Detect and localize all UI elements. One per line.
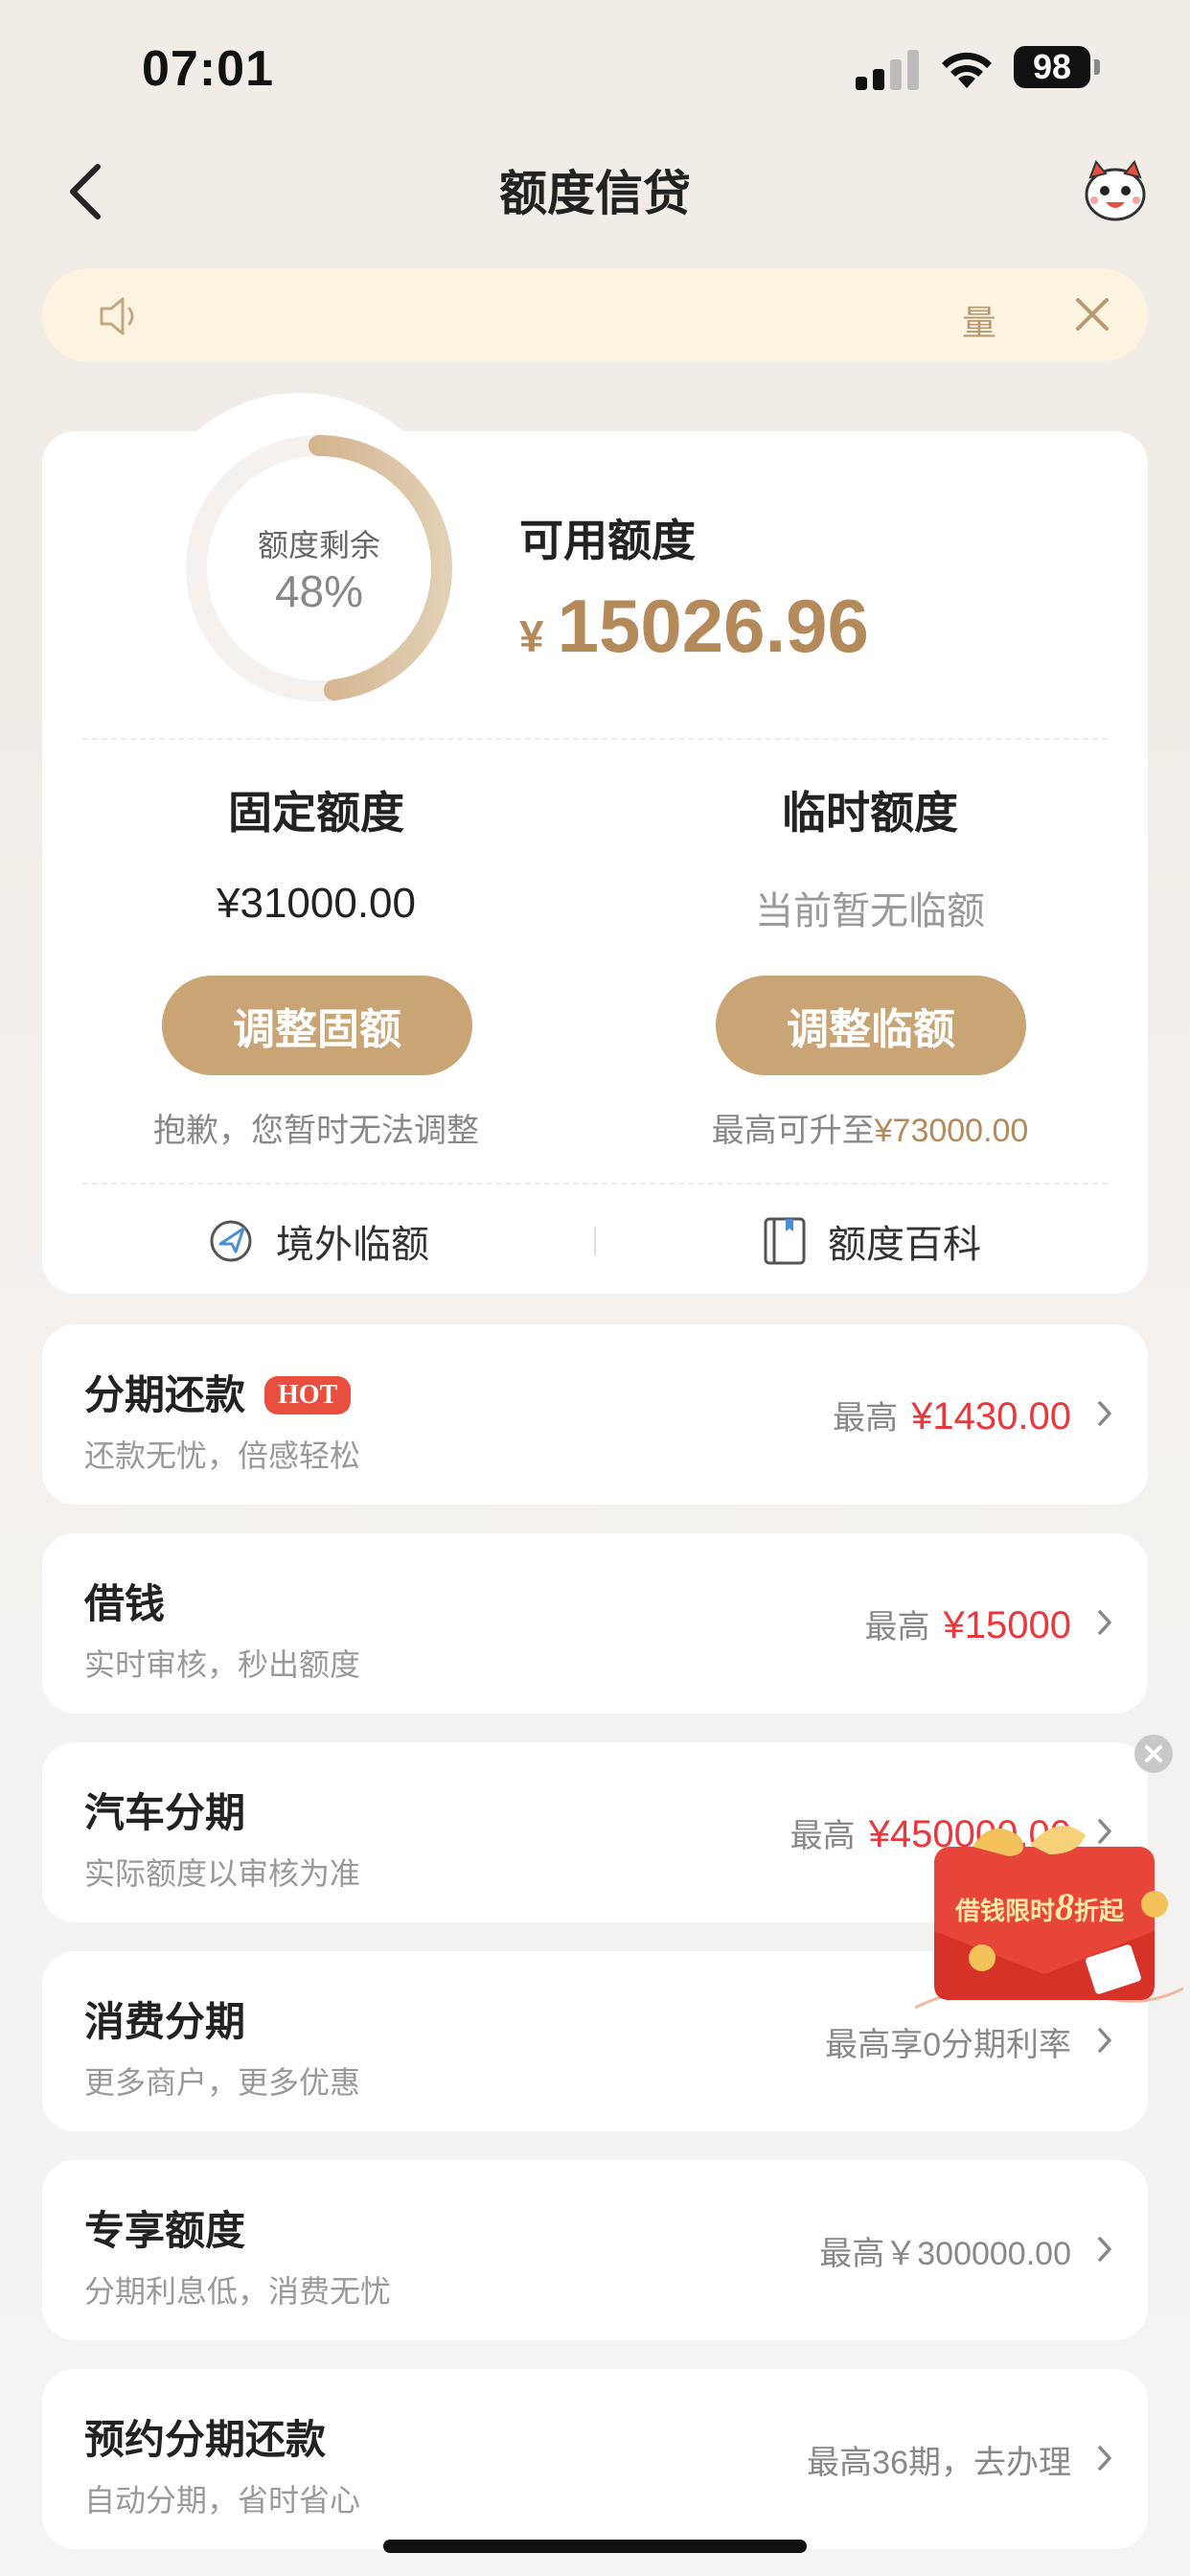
currency-symbol: ¥ xyxy=(519,611,544,661)
item-right-value: ¥15000 xyxy=(943,1604,1071,1646)
item-title: 消费分期 xyxy=(84,1999,246,2044)
promo-text-number: 8 xyxy=(1055,1885,1074,1928)
link-separator xyxy=(594,1227,596,1255)
divider xyxy=(82,738,1108,740)
item-subtitle: 自动分期，省时省心 xyxy=(84,2483,361,2518)
item-title: 汽车分期 xyxy=(84,1790,246,1835)
promo-close-button[interactable] xyxy=(1134,1735,1173,1773)
battery-level: 98 xyxy=(1014,46,1090,88)
globe-plane-icon xyxy=(210,1220,252,1262)
temporary-credit-note: 最高可升至¥73000.00 xyxy=(621,1104,1119,1151)
item-subtitle: 分期利息低，消费无忧 xyxy=(84,2274,392,2309)
item-right-label: 最高36期，去办理 xyxy=(807,2445,1071,2481)
item-right-label: 最高 xyxy=(833,1400,899,1437)
item-title: 预约分期还款 xyxy=(84,2417,327,2462)
battery-icon: 98 xyxy=(1014,46,1100,88)
item-subtitle: 实时审核，秒出额度 xyxy=(84,1647,361,1682)
available-credit-amount: ¥15026.96 xyxy=(519,583,869,670)
item-right-info: 最高 ¥1430.00 xyxy=(833,1392,1071,1438)
wifi-icon xyxy=(937,46,996,95)
list-item-borrow-money[interactable]: 借钱 实时审核，秒出额度 最高 ¥15000 xyxy=(42,1533,1148,1714)
item-right-label: 最高享0分期利率 xyxy=(825,2027,1071,2063)
assistant-mascot-icon[interactable] xyxy=(1081,158,1150,226)
close-icon[interactable] xyxy=(1073,295,1111,338)
item-title: 分期还款 xyxy=(84,1372,246,1417)
item-right-label: 最高 xyxy=(864,1609,930,1645)
adjust-fixed-credit-button[interactable]: 调整固额 xyxy=(162,976,472,1075)
chevron-right-icon xyxy=(1098,2446,1111,2471)
promo-text-prefix: 借钱限时 xyxy=(954,1898,1055,1925)
fixed-credit-title: 固定额度 xyxy=(228,788,404,838)
borrow-discount-promo[interactable]: 借钱限时8折起 xyxy=(914,1816,1184,2022)
available-credit-label: 可用额度 xyxy=(519,516,696,565)
book-icon xyxy=(764,1217,806,1265)
chevron-right-icon xyxy=(1098,1610,1111,1635)
item-right-value: ¥1430.00 xyxy=(911,1395,1071,1438)
notice-text: 量 xyxy=(962,303,997,342)
item-right-info: 最高 ¥15000 xyxy=(865,1600,1071,1647)
item-right-label: 最高￥300000.00 xyxy=(819,2236,1071,2272)
temporary-credit-title: 临时额度 xyxy=(782,788,958,838)
chevron-right-icon xyxy=(1098,2028,1111,2053)
speaker-icon xyxy=(98,295,146,342)
hot-badge: HOT xyxy=(264,1376,352,1414)
notice-bar[interactable]: 量 xyxy=(42,268,1148,362)
home-indicator xyxy=(383,2540,807,2553)
temporary-note-prefix: 最高可升至 xyxy=(711,1113,875,1149)
fixed-credit-value: ¥31000.00 xyxy=(217,880,416,927)
item-right-label: 最高 xyxy=(790,1818,856,1854)
chevron-right-icon xyxy=(1098,2237,1111,2262)
list-item-installment-repayment[interactable]: 分期还款 HOT 还款无忧，倍感轻松 最高 ¥1430.00 xyxy=(42,1324,1148,1505)
item-subtitle: 更多商户，更多优惠 xyxy=(84,2065,361,2100)
list-item-scheduled-installment[interactable]: 预约分期还款 自动分期，省时省心 最高36期，去办理 xyxy=(42,2369,1148,2549)
status-time: 07:01 xyxy=(142,41,274,97)
page-title: 额度信贷 xyxy=(499,167,691,220)
item-title: 专享额度 xyxy=(84,2208,246,2253)
item-subtitle: 还款无忧，倍感轻松 xyxy=(84,1438,361,1473)
promo-text-suffix: 折起 xyxy=(1074,1898,1125,1925)
ring-percent: 48% xyxy=(274,566,364,616)
item-subtitle: 实际额度以审核为准 xyxy=(84,1856,361,1891)
credit-encyclopedia-link[interactable]: 额度百科 xyxy=(763,1213,981,1269)
temporary-note-amount: ¥73000.00 xyxy=(874,1113,1029,1149)
fixed-credit-note: 抱歉，您暂时无法调整 xyxy=(153,1113,479,1149)
ring-label: 额度剩余 xyxy=(257,528,380,563)
adjust-temporary-credit-button[interactable]: 调整临额 xyxy=(716,976,1026,1075)
list-item-exclusive-credit[interactable]: 专享额度 分期利息低，消费无忧 最高￥300000.00 xyxy=(42,2160,1148,2340)
divider xyxy=(82,1183,1108,1184)
credit-encyclopedia-label: 额度百科 xyxy=(828,1224,981,1266)
temporary-credit-value: 当前暂无临额 xyxy=(755,890,985,932)
available-amount-value: 15026.96 xyxy=(557,584,869,668)
cellular-signal-icon xyxy=(856,50,923,95)
overseas-temporary-credit-link[interactable]: 境外临额 xyxy=(207,1213,429,1269)
overseas-temporary-credit-label: 境外临额 xyxy=(276,1224,429,1266)
chevron-right-icon xyxy=(1098,1401,1111,1426)
close-icon xyxy=(1145,1745,1162,1762)
item-title: 借钱 xyxy=(84,1581,166,1626)
